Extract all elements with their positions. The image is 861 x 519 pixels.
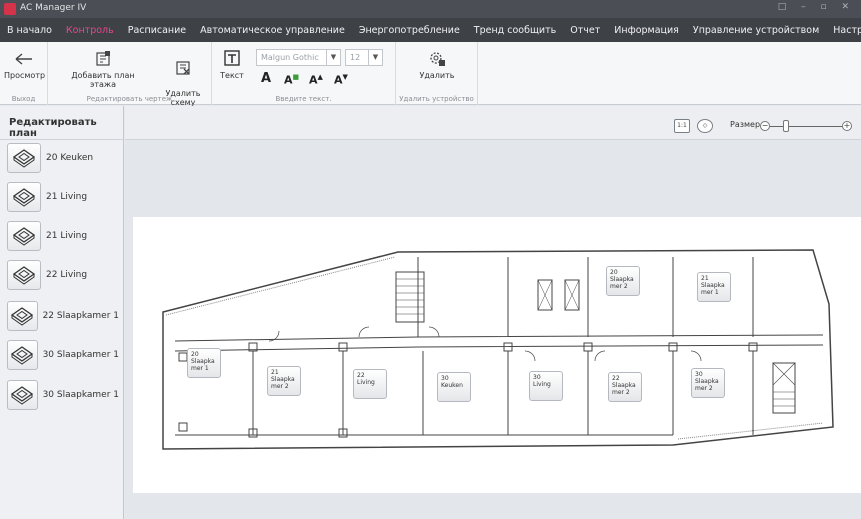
room-unit-card[interactable]: 30 Living <box>529 371 563 401</box>
zoom-track <box>770 126 842 127</box>
unit-item[interactable]: 21 Living <box>7 220 119 252</box>
room-unit-card[interactable]: 21 Slaapka mer 1 <box>697 272 731 302</box>
cassette-unit-icon <box>7 301 38 331</box>
menu-item-8[interactable]: Управление устройством <box>686 25 826 36</box>
font-size-value: 12 <box>350 53 361 62</box>
font-size-select[interactable]: 12 ▼ <box>345 49 383 66</box>
room-unit-card[interactable]: 20 Slaapka mer 1 <box>187 348 221 378</box>
add-floor-plan-button[interactable]: Добавить план этажа <box>58 50 148 89</box>
zoom-out-icon[interactable]: − <box>760 121 770 131</box>
menu-item-4[interactable]: Энергопотребление <box>352 25 467 36</box>
unit-item[interactable]: 30 Slaapkamer 1 <box>7 379 119 411</box>
chevron-down-icon: ▼ <box>368 50 382 65</box>
cassette-unit-icon <box>7 221 41 251</box>
main-menu: В начало Контроль Расписание Автоматическое… <box>0 18 861 42</box>
floor-plan-canvas: 1:1 ◇ Размер − + 20 Slaapka mer 2 21 Sla… <box>125 106 861 519</box>
device-group-label: Удалить устройство <box>399 95 474 103</box>
sidebar-title: Редактировать план <box>0 106 123 140</box>
room-unit-card[interactable]: 22 Living <box>353 369 387 399</box>
floor-plan-sheet: 20 Slaapka mer 2 21 Slaapka mer 1 20 Slaap… <box>133 217 861 493</box>
unit-item[interactable]: 21 Living <box>7 181 119 213</box>
unit-label: 21 Living <box>46 231 88 241</box>
menu-item-3[interactable]: Автоматическое управление <box>193 25 352 36</box>
zoom-slider[interactable]: − + <box>760 120 852 132</box>
cassette-unit-icon <box>7 340 38 370</box>
ribbon-toolbar: Просмотр Выход Добавить план этажа Удали… <box>0 42 861 107</box>
view-button-label: Просмотр <box>4 71 46 80</box>
room-unit-card[interactable]: 22 Slaapka mer 2 <box>608 372 642 402</box>
unit-label: 22 Slaapkamer 1 <box>42 311 119 321</box>
room-unit-card[interactable]: 20 Slaapka mer 2 <box>606 266 640 296</box>
cassette-unit-icon <box>7 182 41 212</box>
bold-text-button[interactable]: A <box>261 71 271 89</box>
unit-item[interactable]: 22 Slaapkamer 1 <box>7 300 119 332</box>
cassette-unit-icon <box>7 143 41 173</box>
add-floor-plan-label: Добавить план этажа <box>71 71 135 89</box>
edit-plan-sidebar: Редактировать план 20 Keuken 21 Living 21 … <box>0 106 124 519</box>
fit-icon[interactable]: 1:1 <box>674 119 690 133</box>
exit-group-label: Выход <box>11 95 36 103</box>
cassette-unit-icon <box>7 380 38 410</box>
delete-plan-icon <box>176 61 190 75</box>
menu-item-6[interactable]: Отчет <box>563 25 607 36</box>
delete-device-icon <box>430 52 445 66</box>
view-button[interactable]: Просмотр <box>4 50 46 80</box>
unit-label: 30 Slaapkamer 1 <box>42 390 119 400</box>
back-arrow-icon <box>15 53 32 65</box>
increase-font-button[interactable]: A▲ <box>309 73 323 91</box>
menu-item-0[interactable]: В начало <box>0 25 59 36</box>
unit-item[interactable]: 22 Living <box>7 259 119 291</box>
chevron-down-icon: ▼ <box>326 50 340 65</box>
menu-item-1[interactable]: Контроль <box>59 25 121 36</box>
unit-label: 20 Keuken <box>46 153 94 163</box>
floor-plan-drawing <box>162 249 834 450</box>
edit-drawing-group-label: Редактировать чертеж <box>86 95 173 103</box>
room-unit-card[interactable]: 21 Slaapka mer 2 <box>267 366 301 396</box>
room-unit-card[interactable]: 30 Keuken <box>437 372 471 402</box>
menu-item-9[interactable]: Настройки <box>826 25 861 36</box>
zoom-thumb[interactable] <box>783 120 790 132</box>
canvas-toolbar: 1:1 ◇ Размер − + <box>125 106 861 140</box>
text-button-label: Текст <box>220 71 244 80</box>
menu-item-7[interactable]: Информация <box>607 25 686 36</box>
unit-label: 21 Living <box>46 192 88 202</box>
decrease-font-button[interactable]: A▼ <box>334 73 348 91</box>
menu-item-5[interactable]: Тренд сообщить <box>467 25 563 36</box>
unit-label: 22 Living <box>46 270 88 280</box>
font-family-value: Malgun Gothic <box>261 53 319 62</box>
unit-item[interactable]: 20 Keuken <box>7 142 119 174</box>
cassette-unit-icon <box>7 260 41 290</box>
add-floor-icon <box>96 51 110 66</box>
center-icon[interactable]: ◇ <box>697 119 713 133</box>
zoom-in-icon[interactable]: + <box>842 121 852 131</box>
unit-item[interactable]: 30 Slaapkamer 1 <box>7 339 119 371</box>
app-logo-icon <box>4 3 16 15</box>
app-title: AC Manager IV <box>20 3 87 13</box>
menu-item-2[interactable]: Расписание <box>121 25 193 36</box>
device-group: Удалить Удалить устройство <box>396 42 478 105</box>
unit-label: 30 Slaapkamer 1 <box>42 350 119 360</box>
delete-device-button[interactable]: Удалить <box>416 50 458 80</box>
title-bar: AC Manager IV □ – ▫ ✕ <box>0 0 861 18</box>
text-button[interactable]: Текст <box>218 50 246 80</box>
text-group-label: Введите текст. <box>275 95 332 103</box>
text-color-button[interactable]: A■ <box>284 73 299 91</box>
window-controls[interactable]: □ – ▫ ✕ <box>778 2 855 12</box>
exit-group: Просмотр Выход <box>0 42 48 105</box>
delete-device-label: Удалить <box>419 71 455 80</box>
font-family-select[interactable]: Malgun Gothic ▼ <box>256 49 341 66</box>
edit-drawing-group: Добавить план этажа Удалить схему Редакт… <box>48 42 212 107</box>
text-icon <box>224 50 240 66</box>
size-label: Размер <box>730 120 761 129</box>
room-unit-card[interactable]: 30 Slaapka mer 2 <box>691 368 725 398</box>
